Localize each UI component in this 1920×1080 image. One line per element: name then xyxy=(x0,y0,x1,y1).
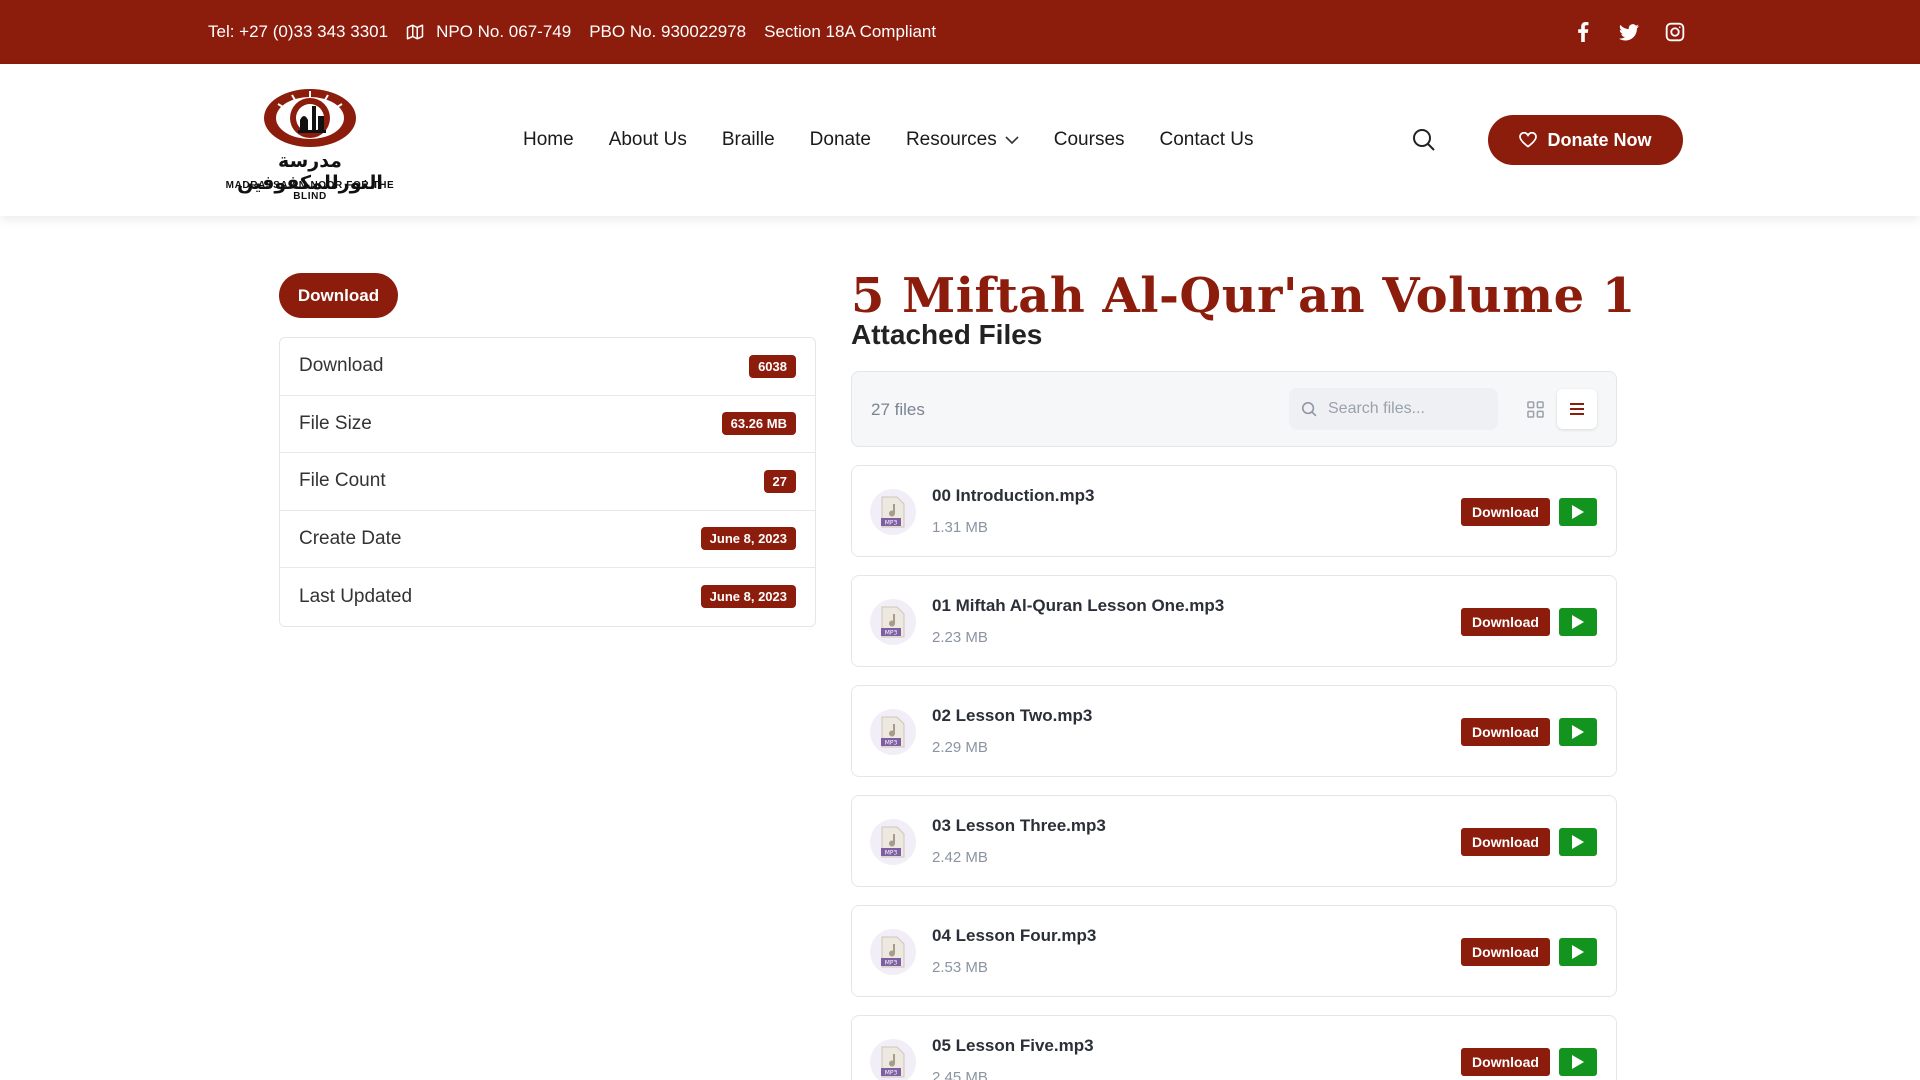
map-icon xyxy=(406,23,424,41)
play-icon[interactable] xyxy=(1559,938,1597,966)
file-type-label: MP3 xyxy=(885,850,898,857)
facebook-icon[interactable] xyxy=(1572,21,1594,43)
file-name: 00 Introduction.mp3 xyxy=(932,486,1095,505)
mp3-file-icon: MP3 xyxy=(870,1039,916,1080)
section-18a-text: Section 18A Compliant xyxy=(764,22,937,41)
search-icon[interactable] xyxy=(1410,126,1438,154)
stat-badge: 63.26 MB xyxy=(721,412,796,436)
file-row: MP3 01 Miftah Al-Quran Lesson One.mp3 2.… xyxy=(851,575,1617,667)
stat-badge: 27 xyxy=(763,469,796,493)
social-links xyxy=(1560,0,1698,64)
play-icon[interactable] xyxy=(1559,718,1597,746)
play-icon[interactable] xyxy=(1559,828,1597,856)
stat-label: Last Updated xyxy=(299,585,413,607)
stat-label: Create Date xyxy=(299,527,402,549)
chevron-down-icon xyxy=(1005,135,1019,145)
file-row: MP3 00 Introduction.mp3 1.31 MB Download xyxy=(851,465,1617,557)
stat-row-last-updated: Last Updated June 8, 2023 xyxy=(280,568,815,626)
mp3-file-icon: MP3 xyxy=(870,929,916,975)
file-name: 01 Miftah Al-Quran Lesson One.mp3 xyxy=(932,596,1225,615)
stat-badge: June 8, 2023 xyxy=(700,527,796,551)
file-type-label: MP3 xyxy=(885,520,898,527)
file-download-button[interactable]: Download xyxy=(1461,718,1550,746)
file-type-label: MP3 xyxy=(885,960,898,967)
grid-view-icon[interactable] xyxy=(1518,392,1552,426)
file-download-button[interactable]: Download xyxy=(1461,938,1550,966)
stat-row-downloads: Download 6038 xyxy=(280,338,815,396)
play-icon[interactable] xyxy=(1559,498,1597,526)
nav-resources[interactable]: Resources xyxy=(906,129,1019,151)
npo-number: NPO No. 067-749 xyxy=(436,22,572,41)
file-size: 1.31 MB xyxy=(932,519,988,536)
site-logo[interactable]: مدرسة النورللمكفوفين MADRASSA AN-NOOR FO… xyxy=(208,84,412,202)
file-download-button[interactable]: Download xyxy=(1461,1048,1550,1076)
site-header: مدرسة النورللمكفوفين MADRASSA AN-NOOR FO… xyxy=(0,64,1920,216)
pbo-number: PBO No. 930022978 xyxy=(589,22,747,41)
heart-icon xyxy=(1519,132,1538,148)
mp3-file-icon: MP3 xyxy=(870,489,916,535)
main-navigation: Home About Us Braille Donate Resources C… xyxy=(523,64,1289,216)
nav-contact-us[interactable]: Contact Us xyxy=(1160,129,1254,151)
file-size: 2.29 MB xyxy=(932,739,988,756)
file-type-label: MP3 xyxy=(885,740,898,747)
file-stats-panel: Download 6038 File Size 63.26 MB File Co… xyxy=(279,337,816,627)
file-search-box xyxy=(1289,388,1498,430)
donate-now-button[interactable]: Donate Now xyxy=(1488,115,1683,165)
nav-home[interactable]: Home xyxy=(523,129,574,151)
contact-info: Tel: +27 (0)33 343 3301 NPO No. 067-749 … xyxy=(208,0,954,64)
stat-label: Download xyxy=(299,355,384,377)
nav-courses[interactable]: Courses xyxy=(1054,129,1125,151)
play-icon[interactable] xyxy=(1559,608,1597,636)
file-row: MP3 02 Lesson Two.mp3 2.29 MB Download xyxy=(851,685,1617,777)
file-row: MP3 05 Lesson Five.mp3 2.45 MB Download xyxy=(851,1015,1617,1080)
stat-badge: 6038 xyxy=(749,354,796,378)
eye-mosque-emblem xyxy=(264,89,356,147)
file-name: 04 Lesson Four.mp3 xyxy=(932,926,1097,945)
attached-files-heading: Attached Files xyxy=(851,319,1043,350)
stat-row-file-size: File Size 63.26 MB xyxy=(280,396,815,453)
stat-row-file-count: File Count 27 xyxy=(280,453,815,511)
file-row: MP3 04 Lesson Four.mp3 2.53 MB Download xyxy=(851,905,1617,997)
file-name: 03 Lesson Three.mp3 xyxy=(932,816,1106,835)
mp3-file-icon: MP3 xyxy=(870,599,916,645)
file-type-label: MP3 xyxy=(885,1070,898,1077)
file-download-button[interactable]: Download xyxy=(1461,828,1550,856)
list-view-icon[interactable] xyxy=(1557,389,1597,429)
play-icon[interactable] xyxy=(1559,1048,1597,1076)
download-all-button[interactable]: Download xyxy=(279,273,398,318)
phone-number[interactable]: Tel: +27 (0)33 343 3301 xyxy=(208,22,388,42)
search-icon xyxy=(1301,401,1318,418)
nav-about-us[interactable]: About Us xyxy=(609,129,687,151)
nav-resources-label: Resources xyxy=(905,129,997,150)
file-type-label: MP3 xyxy=(885,630,898,637)
stat-label: File Size xyxy=(299,412,372,434)
instagram-icon[interactable] xyxy=(1664,21,1686,43)
mp3-file-icon: MP3 xyxy=(870,709,916,755)
mp3-file-icon: MP3 xyxy=(870,819,916,865)
file-size: 2.42 MB xyxy=(932,849,988,866)
top-info-bar: Tel: +27 (0)33 343 3301 NPO No. 067-749 … xyxy=(0,0,1920,64)
stat-row-create-date: Create Date June 8, 2023 xyxy=(280,511,815,568)
file-row: MP3 03 Lesson Three.mp3 2.42 MB Download xyxy=(851,795,1617,887)
attached-files-list: MP3 00 Introduction.mp3 1.31 MB Download… xyxy=(851,465,1617,1080)
nav-braille[interactable]: Braille xyxy=(722,129,775,151)
file-size: 2.53 MB xyxy=(932,959,988,976)
files-toolbar: 27 files xyxy=(851,371,1617,447)
file-size: 2.23 MB xyxy=(932,629,988,646)
file-count-text: 27 files xyxy=(871,400,925,419)
file-download-button[interactable]: Download xyxy=(1461,608,1550,636)
page-title: 5 Miftah Al-Qur'an Volume 1 xyxy=(851,268,1636,324)
file-name: 05 Lesson Five.mp3 xyxy=(932,1036,1094,1055)
stat-badge: June 8, 2023 xyxy=(700,585,796,609)
donate-now-label: Donate Now xyxy=(1547,129,1652,150)
logo-english-text: MADRASSA AN-NOOR FOR THE BLIND xyxy=(225,180,395,202)
file-download-button[interactable]: Download xyxy=(1461,498,1550,526)
file-size: 2.45 MB xyxy=(932,1069,988,1080)
stat-label: File Count xyxy=(299,470,386,492)
twitter-icon[interactable] xyxy=(1618,21,1640,43)
nav-donate[interactable]: Donate xyxy=(810,129,871,151)
file-name: 02 Lesson Two.mp3 xyxy=(932,706,1093,725)
file-search-input[interactable] xyxy=(1328,400,1478,418)
